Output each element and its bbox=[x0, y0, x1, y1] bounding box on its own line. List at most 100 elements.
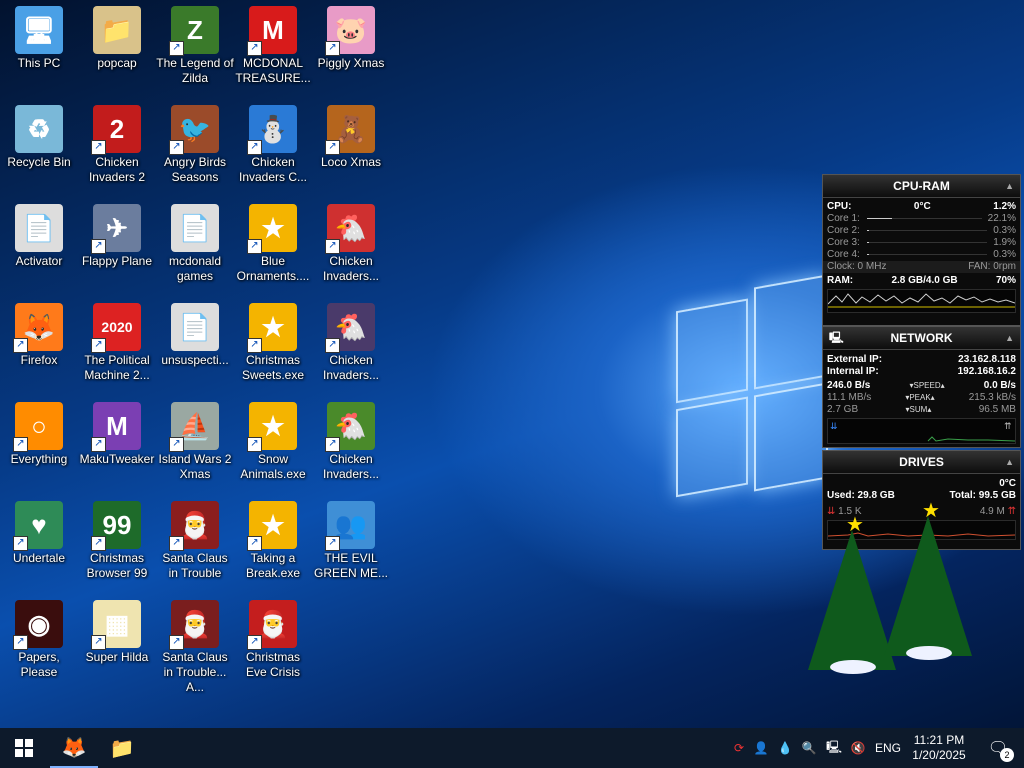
desktop-icon[interactable]: ♻ Recycle Bin bbox=[0, 99, 78, 191]
language-indicator[interactable]: ENG bbox=[872, 728, 904, 768]
clock-readout: Clock: 0 MHz bbox=[827, 261, 887, 272]
core-bar bbox=[867, 218, 982, 219]
desktop-icon[interactable]: ▦ ↗ Super Hilda bbox=[78, 594, 156, 686]
app-icon: 🎅 ↗ bbox=[247, 600, 297, 650]
start-button[interactable] bbox=[0, 728, 48, 768]
desktop-icon-label: Everything bbox=[10, 452, 68, 466]
core-list: Core 1: 22.1% Core 2: 0.3% Core 3: 1.9% Core 4… bbox=[823, 213, 1020, 261]
desktop-icon[interactable]: 📁 popcap bbox=[78, 0, 156, 92]
drive-write: 4.9 M ⇈ bbox=[979, 506, 1016, 517]
ram-used: 2.8 GB/4.0 GB bbox=[891, 275, 958, 286]
fan-readout: FAN: 0rpm bbox=[968, 261, 1016, 272]
app-icon: ⛵ ↗ bbox=[169, 402, 219, 452]
desktop-icon-label: Island Wars 2 Xmas bbox=[158, 452, 232, 481]
write-icon: ⇈ bbox=[1007, 506, 1016, 517]
external-ip-label: External IP: bbox=[827, 354, 883, 365]
desktop-icon[interactable]: 2020 ↗ The Political Machine 2... bbox=[78, 297, 156, 389]
desktop-icon[interactable]: Z ↗ The Legend of Zilda bbox=[156, 0, 234, 92]
desktop-icon[interactable]: ⛵ ↗ Island Wars 2 Xmas bbox=[156, 396, 234, 488]
taskbar-firefox-button[interactable]: 🦊 bbox=[50, 728, 98, 768]
desktop-icon[interactable]: ★ ↗ Taking a Break.exe bbox=[234, 495, 312, 587]
desktop-icon[interactable]: 📄 Activator bbox=[0, 198, 78, 290]
desktop-icon-label: This PC bbox=[17, 56, 61, 70]
desktop-icon[interactable]: 🧸 ↗ Loco Xmas bbox=[312, 99, 390, 191]
shortcut-arrow-icon: ↗ bbox=[325, 239, 340, 254]
shortcut-arrow-icon: ↗ bbox=[325, 338, 340, 353]
desktop-icon[interactable]: ★ ↗ Blue Ornaments.... bbox=[234, 198, 312, 290]
desktop-icon[interactable]: 📄 mcdonald games bbox=[156, 198, 234, 290]
shortcut-arrow-icon: ↗ bbox=[169, 635, 184, 650]
tray-network-icon[interactable]: 🖳 bbox=[824, 728, 844, 768]
tray-search-icon[interactable]: 🔍 bbox=[800, 728, 818, 768]
desktop-icon-label: Undertale bbox=[12, 551, 66, 565]
shortcut-arrow-icon: ↗ bbox=[247, 437, 262, 452]
desktop-icon-label: Angry Birds Seasons bbox=[163, 155, 227, 184]
clock[interactable]: 11:21 PM 1/20/2025 bbox=[906, 728, 972, 768]
tray-people-icon[interactable]: 👤 bbox=[752, 728, 770, 768]
collapse-icon[interactable]: ▲ bbox=[1005, 327, 1014, 349]
desktop-icon[interactable]: ⛄ ↗ Chicken Invaders C... bbox=[234, 99, 312, 191]
app-icon: 🐔 ↗ bbox=[325, 204, 375, 254]
app-icon: 🐔 ↗ bbox=[325, 303, 375, 353]
app-icon: 🐔 ↗ bbox=[325, 402, 375, 452]
desktop-icon[interactable]: 🐷 ↗ Piggly Xmas bbox=[312, 0, 390, 92]
cpu-usage: 1.2% bbox=[993, 201, 1016, 212]
desktop-icon[interactable]: 99 ↗ Christmas Browser 99 bbox=[78, 495, 156, 587]
app-icon: 🦊 ↗ bbox=[13, 303, 63, 353]
shortcut-arrow-icon: ↗ bbox=[13, 437, 28, 452]
desktop-icon-label: The Legend of Zilda bbox=[156, 56, 234, 85]
cpu-temp: 0°C bbox=[913, 201, 931, 212]
app-icon: 📄 bbox=[171, 303, 219, 351]
taskbar-file-explorer-button[interactable]: 📁 bbox=[98, 728, 146, 768]
desktop-icon[interactable]: 📄 unsuspecti... bbox=[156, 297, 234, 389]
desktop-icon[interactable]: ✈ ↗ Flappy Plane bbox=[78, 198, 156, 290]
desktop-icon[interactable]: 🐔 ↗ Chicken Invaders... bbox=[312, 297, 390, 389]
desktop-icon[interactable]: M ↗ MCDONAL TREASURE... bbox=[234, 0, 312, 92]
desktop-icon[interactable]: 🐔 ↗ Chicken Invaders... bbox=[312, 198, 390, 290]
app-icon: 🧸 ↗ bbox=[325, 105, 375, 155]
drive-temp: 0°C bbox=[999, 478, 1016, 489]
core-bar bbox=[867, 254, 988, 255]
shortcut-arrow-icon: ↗ bbox=[325, 41, 340, 56]
desktop-icon[interactable]: ○ ↗ Everything bbox=[0, 396, 78, 488]
desktop-icon[interactable]: 2 ↗ Chicken Invaders 2 bbox=[78, 99, 156, 191]
desktop-icon[interactable]: ★ ↗ Christmas Sweets.exe bbox=[234, 297, 312, 389]
shortcut-arrow-icon: ↗ bbox=[325, 536, 340, 551]
app-icon: ♥ ↗ bbox=[13, 501, 63, 551]
core-row: Core 3: 1.9% bbox=[823, 237, 1020, 249]
christmas-tree-right: ★ bbox=[884, 498, 974, 663]
desktop-icon[interactable]: 🦊 ↗ Firefox bbox=[0, 297, 78, 389]
desktop-icon[interactable]: M ↗ MakuTweaker bbox=[78, 396, 156, 488]
desktop-icon-label: Firefox bbox=[20, 353, 58, 367]
shortcut-arrow-icon: ↗ bbox=[169, 140, 184, 155]
speed-label: ▾SPEED▴ bbox=[909, 381, 945, 390]
cpu-ram-gadget[interactable]: CPU-RAM ▲ CPU: 0°C 1.2% Core 1: 22.1% Core 2:… bbox=[822, 174, 1021, 326]
network-gadget[interactable]: 🖳 NETWORK ▲ External IP: 23.162.8.118 Inter… bbox=[822, 326, 1021, 448]
tray-sync-icon[interactable]: ⟳ bbox=[730, 728, 748, 768]
windows-logo-light bbox=[676, 274, 828, 501]
upload-arrow-icon: ⇈ bbox=[1004, 421, 1012, 431]
desktop-icon[interactable]: 👥 ↗ THE EVIL GREEN ME... bbox=[312, 495, 390, 587]
tray-volume-muted-icon[interactable]: 🔇 bbox=[848, 728, 868, 768]
app-icon: ◉ ↗ bbox=[13, 600, 63, 650]
action-center-button[interactable]: 🗨 2 bbox=[978, 728, 1018, 768]
desktop-icon-label: Christmas Sweets.exe bbox=[241, 353, 305, 382]
shortcut-arrow-icon: ↗ bbox=[247, 239, 262, 254]
desktop-icon[interactable]: 🐔 ↗ Chicken Invaders... bbox=[312, 396, 390, 488]
desktop-icon[interactable]: 🎅 ↗ Santa Claus in Trouble... A... bbox=[156, 594, 234, 694]
collapse-icon[interactable]: ▲ bbox=[1005, 451, 1014, 473]
desktop-icon[interactable]: ★ ↗ Snow Animals.exe bbox=[234, 396, 312, 488]
desktop-icon[interactable]: ◉ ↗ Papers, Please bbox=[0, 594, 78, 686]
desktop-icon[interactable]: 🐦 ↗ Angry Birds Seasons bbox=[156, 99, 234, 191]
desktop-icon[interactable]: 🖥 This PC bbox=[0, 0, 78, 92]
desktop-icon[interactable]: 🎅 ↗ Christmas Eve Crisis bbox=[234, 594, 312, 686]
tray-drop-icon[interactable]: 💧 bbox=[776, 728, 794, 768]
desktop-icon-label: Chicken Invaders... bbox=[322, 353, 380, 382]
desktop-icon[interactable]: 🎅 ↗ Santa Claus in Trouble bbox=[156, 495, 234, 587]
core-bar bbox=[867, 242, 988, 243]
sum-down: 2.7 GB bbox=[827, 404, 859, 415]
desktop-icon[interactable]: ♥ ↗ Undertale bbox=[0, 495, 78, 587]
collapse-icon[interactable]: ▲ bbox=[1005, 175, 1014, 197]
desktop-icon-label: Snow Animals.exe bbox=[240, 452, 306, 481]
shortcut-arrow-icon: ↗ bbox=[247, 635, 262, 650]
